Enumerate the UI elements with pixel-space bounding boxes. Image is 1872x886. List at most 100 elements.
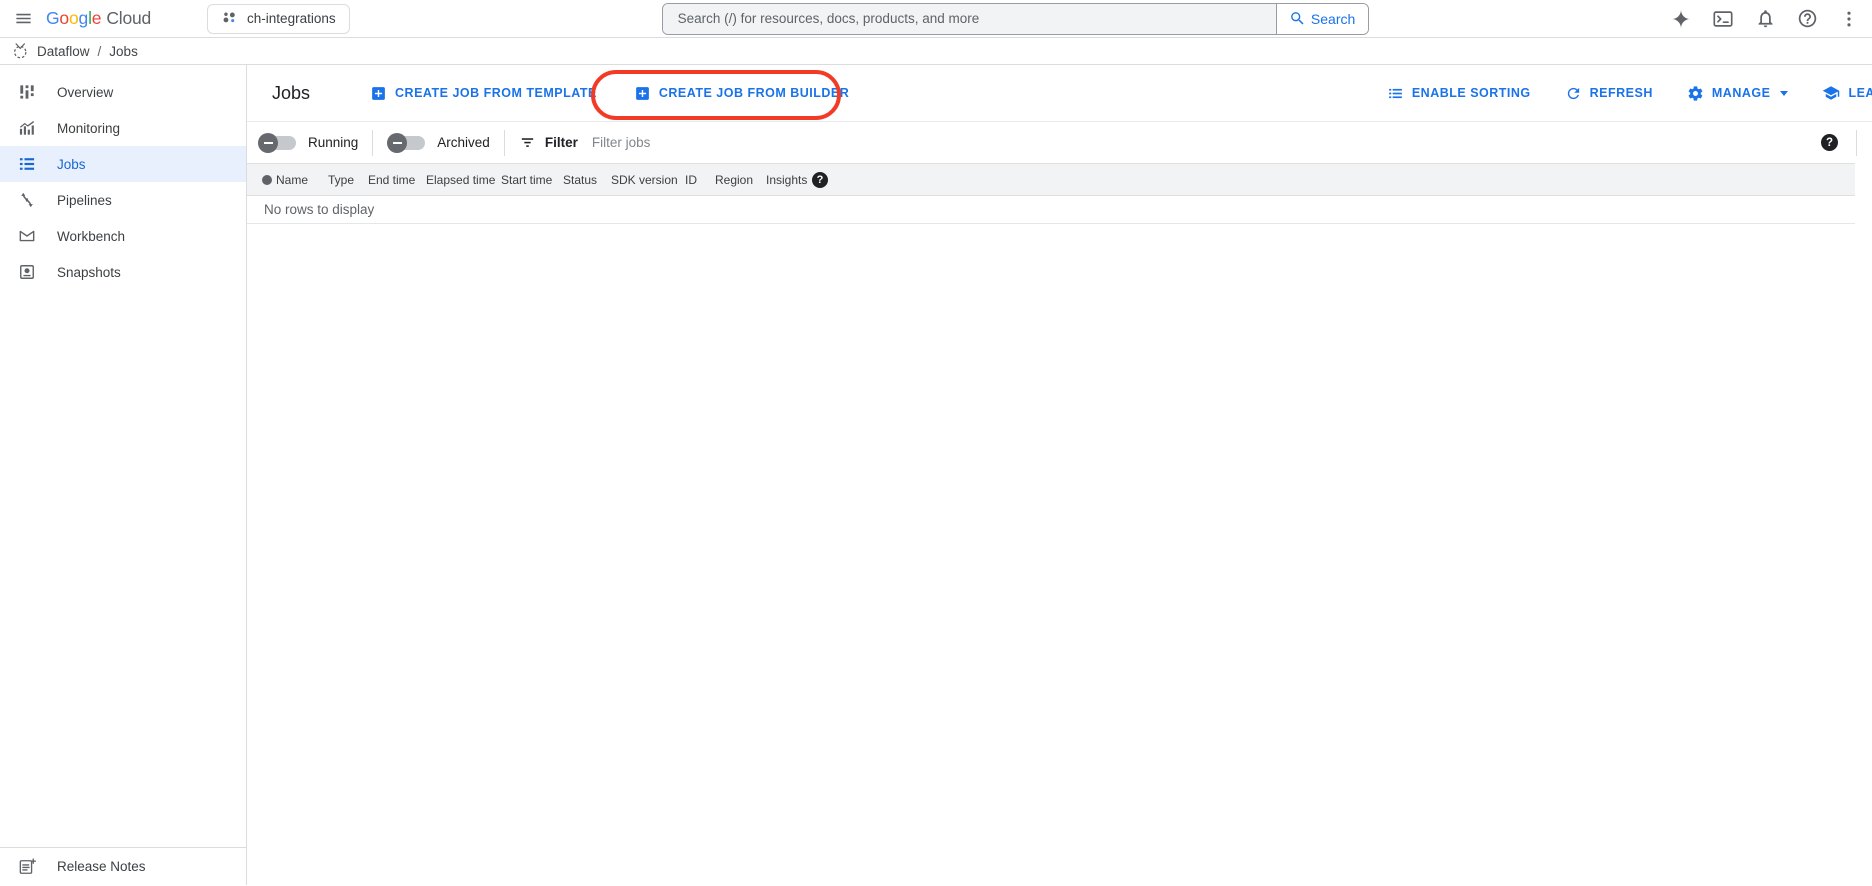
sidebar-item-label: Pipelines [57,193,112,208]
more-options-button[interactable] [1838,8,1860,30]
running-toggle[interactable]: Running [258,135,358,150]
hamburger-icon [14,9,33,28]
sidebar-spacer [0,290,246,847]
main-menu-button[interactable] [0,0,46,38]
dataflow-icon [12,42,30,60]
column-header-elapsed-time: Elapsed time [426,173,501,187]
create-job-from-builder-button[interactable]: CREATE JOB FROM BUILDER [634,85,849,102]
help-button[interactable] [1796,8,1818,30]
search-icon [1289,10,1306,27]
sidebar-item-label: Workbench [57,229,125,244]
logo-cloud: Cloud [106,8,151,29]
breadcrumb-product[interactable]: Dataflow [37,44,90,59]
insights-help-icon[interactable]: ? [812,172,828,188]
school-icon [1822,84,1840,102]
more-vert-icon [1839,9,1859,29]
toggle-switch-icon[interactable] [389,136,425,150]
column-header-start-time: Start time [501,173,563,187]
monitoring-icon [17,118,37,138]
logo-google: Google [46,8,101,29]
main-content: Jobs CREATE JOB FROM TEMPLATE CREATE JOB… [247,65,1872,885]
page-title: Jobs [272,83,310,104]
divider [504,130,505,156]
notifications-button[interactable] [1754,8,1776,30]
refresh-label: REFRESH [1590,86,1653,100]
bell-icon [1755,8,1776,29]
cloud-shell-button[interactable] [1712,8,1734,30]
filter-help-icon[interactable]: ? [1821,134,1838,151]
overview-icon [17,82,37,102]
learn-button[interactable]: LEARN [1822,84,1872,102]
table-header-row: Name Type End time Elapsed time Start ti… [247,163,1855,196]
pipelines-icon [17,190,37,210]
sidebar-item-workbench[interactable]: Workbench [0,218,246,254]
breadcrumb-page: Jobs [109,44,138,59]
sidebar-item-overview[interactable]: Overview [0,74,246,110]
toggle-switch-icon[interactable] [260,136,296,150]
project-icon [221,10,238,27]
manage-label: MANAGE [1712,86,1771,100]
learn-label: LEARN [1848,86,1872,100]
column-header-status: Status [563,173,611,187]
search-button-label: Search [1311,11,1355,27]
workbench-icon [17,226,37,246]
sort-list-icon [1387,85,1404,102]
sidebar-item-pipelines[interactable]: Pipelines [0,182,246,218]
search-bar[interactable]: Search (/) for resources, docs, products… [662,3,1369,35]
google-cloud-logo[interactable]: Google Cloud [46,8,151,29]
sidebar-item-label: Snapshots [57,265,121,280]
column-header-name: Name [276,173,328,187]
column-header-region: Region [715,173,766,187]
refresh-button[interactable]: REFRESH [1565,85,1653,102]
divider [1856,130,1857,156]
filter-row: Running Archived Filter Filter jobs ? [247,122,1872,163]
add-box-icon [634,85,651,102]
sidebar-item-monitoring[interactable]: Monitoring [0,110,246,146]
refresh-icon [1565,85,1582,102]
chevron-down-icon [1780,91,1788,96]
gemini-button[interactable] [1670,8,1692,30]
enable-sorting-label: ENABLE SORTING [1412,86,1531,100]
archived-toggle-label: Archived [437,135,490,150]
sidebar-item-label: Jobs [57,157,86,172]
search-button[interactable]: Search [1276,4,1368,34]
create-job-from-template-label: CREATE JOB FROM TEMPLATE [395,86,597,100]
divider [372,130,373,156]
enable-sorting-button[interactable]: ENABLE SORTING [1387,85,1531,102]
jobs-list-icon [17,154,37,174]
top-app-bar: Google Cloud ch-integrations Search (/) … [0,0,1872,38]
snapshots-icon [17,262,37,282]
column-header-type: Type [328,173,368,187]
sidebar-item-jobs[interactable]: Jobs [0,146,246,182]
empty-message: No rows to display [264,202,374,217]
breadcrumb: Dataflow / Jobs [0,38,1872,65]
sidebar-nav: Overview Monitoring Jobs [0,65,247,885]
filter-jobs-input[interactable]: Filter jobs [592,135,1821,150]
project-selector[interactable]: ch-integrations [207,4,350,34]
create-job-from-builder-label: CREATE JOB FROM BUILDER [659,86,849,100]
column-header-end-time: End time [368,173,426,187]
manage-button[interactable]: MANAGE [1687,85,1789,102]
gear-icon [1687,85,1704,102]
sidebar-item-snapshots[interactable]: Snapshots [0,254,246,290]
table-empty-row: No rows to display [247,196,1855,224]
search-placeholder: Search (/) for resources, docs, products… [678,11,980,26]
filter-icon [519,134,536,151]
search-input[interactable]: Search (/) for resources, docs, products… [663,4,1276,34]
create-job-from-template-button[interactable]: CREATE JOB FROM TEMPLATE [370,85,597,102]
help-icon [1797,8,1818,29]
filter-label: Filter [545,135,578,150]
archived-toggle[interactable]: Archived [387,135,490,150]
column-header-id: ID [685,173,715,187]
sidebar-item-label: Overview [57,85,113,100]
running-toggle-label: Running [308,135,358,150]
add-box-icon [370,85,387,102]
release-notes-label: Release Notes [57,859,146,874]
project-name: ch-integrations [247,11,336,26]
column-header-insights: Insights [766,173,812,187]
page-header: Jobs CREATE JOB FROM TEMPLATE CREATE JOB… [247,65,1872,122]
filter-button[interactable]: Filter [519,134,578,151]
sidebar-item-release-notes[interactable]: Release Notes [0,847,246,885]
cloud-shell-icon [1712,8,1734,30]
sidebar-item-label: Monitoring [57,121,120,136]
